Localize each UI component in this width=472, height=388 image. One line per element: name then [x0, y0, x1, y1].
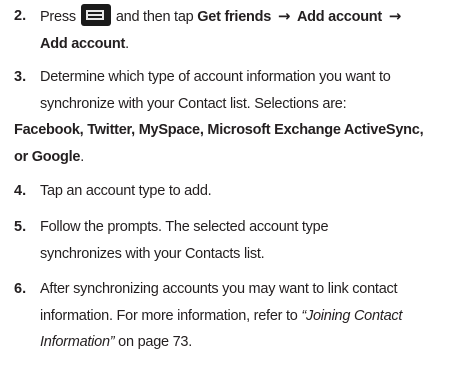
- step-line: information. For more information, refer…: [40, 307, 298, 324]
- step-text: Press and then tap Get friends → Add acco…: [40, 3, 470, 57]
- step-text: After synchronizing accounts you may wan…: [40, 276, 470, 356]
- step-number: 4.: [14, 183, 27, 199]
- step-text: Determine which type of account informat…: [40, 64, 470, 117]
- menu-path-get-friends: Get friends: [197, 9, 272, 25]
- step-line: Follow the prompts. The selected account…: [40, 219, 329, 235]
- account-selections-end: or Google: [14, 148, 81, 165]
- step-number: 6.: [14, 281, 27, 297]
- page-reference: on page 73.: [118, 334, 193, 350]
- step-line: Determine which type of account informat…: [40, 69, 391, 85]
- step-line: synchronizes with your Contacts list.: [40, 245, 265, 262]
- cross-reference-end: Information”: [40, 334, 115, 350]
- step-number: 3.: [14, 69, 27, 85]
- step-number: 5.: [14, 219, 27, 235]
- step-text: Tap an account type to add.: [40, 178, 470, 205]
- cross-reference: “Joining Contact: [301, 307, 403, 324]
- step-text-then-tap: and then tap: [115, 9, 194, 25]
- menu-icon: [80, 4, 111, 26]
- arrow-icon: →: [388, 7, 402, 25]
- period: .: [80, 148, 85, 165]
- step-line: synchronize with your Contact list. Sele…: [40, 95, 347, 112]
- account-selections: Facebook, Twitter, MySpace, Microsoft Ex…: [14, 122, 424, 138]
- step-text: Follow the prompts. The selected account…: [40, 214, 470, 267]
- step-number: 2.: [14, 8, 27, 24]
- step-text-press: Press: [40, 9, 76, 25]
- period: .: [125, 35, 129, 52]
- arrow-icon: →: [277, 7, 291, 25]
- menu-path-add-account-final: Add account: [40, 35, 126, 52]
- menu-path-add-account: Add account: [296, 9, 382, 25]
- step-line: Tap an account type to add.: [40, 183, 212, 199]
- step-line: After synchronizing accounts you may wan…: [40, 281, 398, 297]
